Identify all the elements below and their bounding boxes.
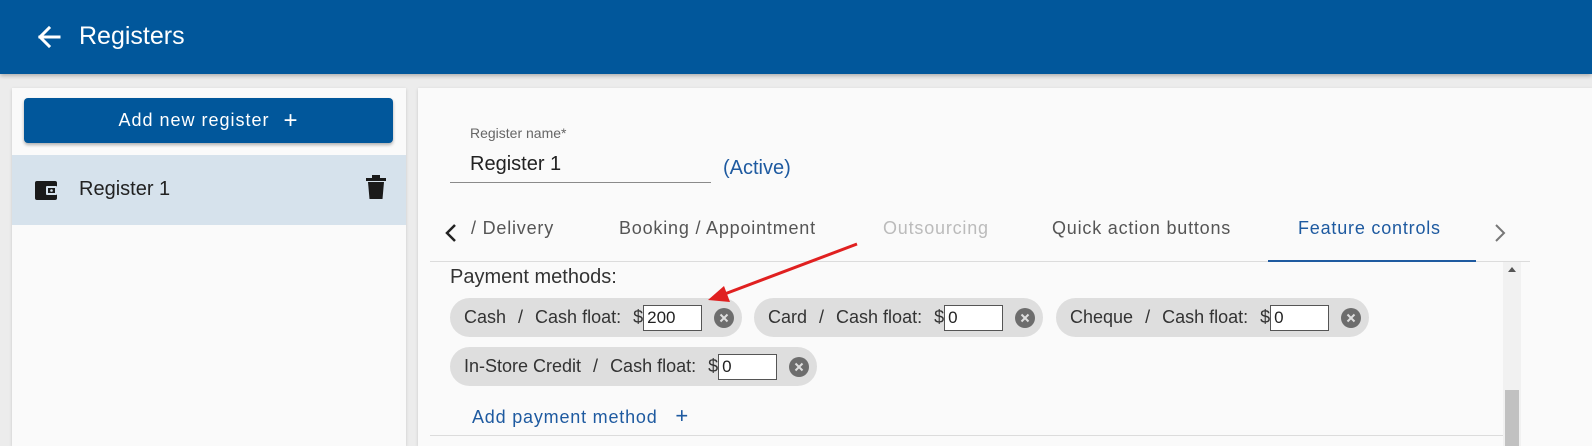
currency-symbol: $ (633, 307, 644, 327)
currency-symbol: $ (708, 356, 719, 376)
payment-method-name: Card (768, 307, 808, 327)
back-arrow-icon[interactable] (32, 20, 66, 54)
tab-quick-action-buttons[interactable]: Quick action buttons (1052, 218, 1231, 239)
currency-symbol: $ (1260, 307, 1271, 327)
scroll-up-arrow-icon[interactable] (1508, 267, 1516, 272)
plus-icon: + (283, 106, 299, 134)
separator: / (593, 356, 599, 376)
tab-bar: / Delivery Booking / Appointment Outsour… (430, 206, 1530, 262)
register-label: Register 1 (79, 178, 171, 200)
tab-outsourcing: Outsourcing (883, 218, 989, 238)
chevron-left-icon[interactable] (434, 216, 468, 250)
register-list-item[interactable]: Register 1 (12, 155, 406, 225)
cash-float-input[interactable] (643, 304, 703, 331)
app-bar: Registers (0, 0, 1592, 74)
payment-chip-cash: Cash / Cash float: $ (450, 298, 743, 337)
register-name-input[interactable] (450, 146, 711, 183)
cash-float-label: Cash float: (1162, 307, 1249, 327)
feature-controls-content: Payment methods: Cash / Cash float: $ Ca… (430, 262, 1521, 446)
scrollbar-thumb[interactable] (1505, 390, 1519, 446)
payment-method-name: Cheque (1070, 307, 1134, 327)
payment-methods-title: Payment methods: (450, 266, 617, 288)
payment-chip-in-store-credit: In-Store Credit / Cash float: $ (450, 347, 818, 386)
cash-float-label: Cash float: (535, 307, 622, 327)
payment-method-name: In-Store Credit (464, 356, 582, 376)
cash-float-label: Cash float: (836, 307, 923, 327)
cash-float-input[interactable] (1270, 304, 1330, 331)
payment-method-name: Cash (464, 307, 507, 327)
tab-feature-controls[interactable]: Feature controls (1298, 218, 1441, 239)
remove-cancel-icon[interactable] (1341, 307, 1362, 328)
status-badge: (Active) (723, 157, 791, 179)
register-name-label: Register name* (470, 125, 567, 141)
payment-chip-card: Card / Cash float: $ (754, 298, 1044, 337)
add-register-label: Add new register (118, 110, 270, 130)
separator: / (1145, 307, 1151, 327)
currency-symbol: $ (934, 307, 945, 327)
chevron-right-icon[interactable] (1483, 216, 1517, 250)
trash-icon[interactable] (366, 175, 386, 199)
vertical-scrollbar[interactable] (1503, 262, 1521, 446)
add-payment-method-button[interactable]: Add payment method + (472, 403, 689, 429)
remove-cancel-icon[interactable] (789, 356, 810, 377)
cash-float-input[interactable] (944, 304, 1004, 331)
remove-cancel-icon[interactable] (714, 307, 735, 328)
tab-booking-appointment[interactable]: Booking / Appointment (619, 218, 816, 239)
remove-cancel-icon[interactable] (1015, 307, 1036, 328)
page-title: Registers (79, 22, 185, 50)
separator: / (819, 307, 825, 327)
divider (430, 435, 1510, 436)
register-detail-panel: Register name* (Active) / Delivery Booki… (418, 88, 1592, 446)
plus-icon: + (675, 403, 689, 428)
wallet-icon (35, 181, 57, 200)
tab-delivery[interactable]: / Delivery (471, 218, 554, 239)
cash-float-input[interactable] (718, 353, 778, 380)
add-payment-method-label: Add payment method (472, 407, 658, 427)
add-register-button[interactable]: Add new register + (24, 98, 393, 143)
separator: / (518, 307, 524, 327)
cash-float-label: Cash float: (610, 356, 697, 376)
payment-chip-cheque: Cheque / Cash float: $ (1056, 298, 1370, 337)
register-sidebar: Add new register + Register 1 (12, 88, 406, 446)
